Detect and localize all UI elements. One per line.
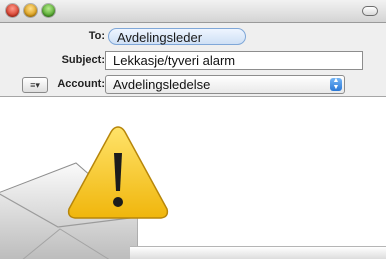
- account-label: Account:: [57, 78, 105, 90]
- minimize-icon[interactable]: [24, 4, 37, 17]
- toolbar-toggle-icon[interactable]: [362, 6, 378, 16]
- subject-label: Subject:: [61, 54, 105, 66]
- window-bottom-edge: [130, 246, 386, 259]
- close-icon[interactable]: [6, 4, 19, 17]
- to-label: To:: [88, 30, 105, 42]
- title-bar: [0, 0, 386, 23]
- zoom-icon[interactable]: [42, 4, 55, 17]
- header-fields-menu-button[interactable]: ≡▾: [22, 77, 48, 93]
- select-arrows-icon: ▲ ▼: [330, 77, 342, 91]
- mail-compose-window: To: Avdelingsleder Subject: Lekkasje/tyv…: [0, 0, 386, 259]
- subject-row: Subject: Lekkasje/tyveri alarm: [0, 50, 386, 72]
- account-selected-value: Avdelingsledelse: [113, 77, 211, 92]
- to-row: To: Avdelingsleder: [0, 26, 386, 48]
- recipient-token[interactable]: Avdelingsleder: [108, 28, 246, 45]
- warning-icon: [67, 126, 169, 219]
- compose-header: To: Avdelingsleder Subject: Lekkasje/tyv…: [0, 23, 386, 97]
- account-select[interactable]: Avdelingsledelse ▲ ▼: [105, 75, 345, 94]
- account-row: ≡▾ Account: Avdelingsledelse ▲ ▼: [0, 74, 386, 96]
- subject-field[interactable]: Lekkasje/tyveri alarm: [105, 51, 363, 70]
